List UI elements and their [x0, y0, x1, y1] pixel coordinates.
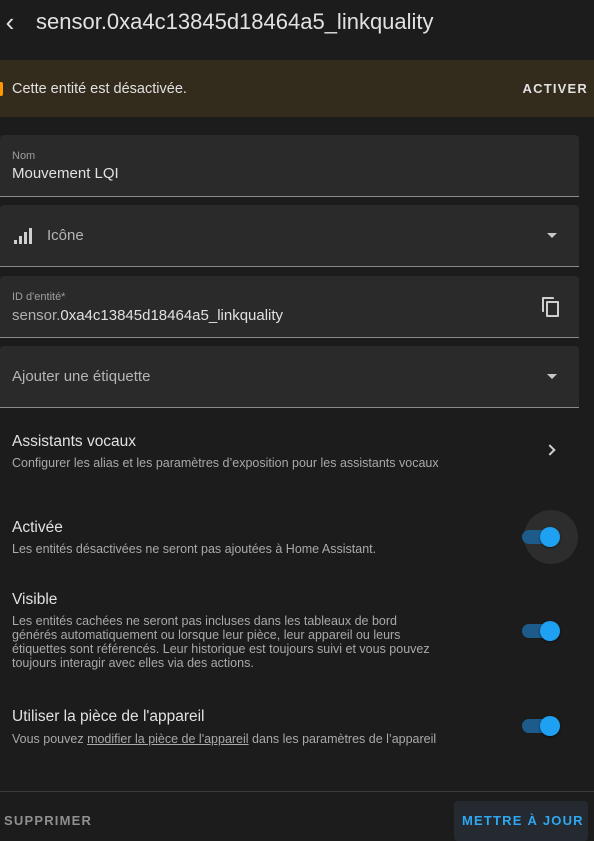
disabled-entity-alert: Cette entité est désactivée. ACTIVER — [0, 60, 594, 117]
signal-cellular-icon — [14, 227, 34, 244]
back-icon[interactable]: ‹ — [0, 2, 22, 42]
entity-id-label: ID d'entité* — [12, 291, 66, 303]
enabled-description: Les entités désactivées ne seront pas aj… — [12, 542, 377, 556]
visible-description-line: toujours interagir avec elles via des ac… — [12, 656, 254, 670]
icon-picker-placeholder: Icône — [47, 227, 84, 244]
visible-toggle[interactable] — [522, 621, 564, 641]
warning-icon — [0, 82, 3, 96]
update-button[interactable]: METTRE À JOUR — [462, 813, 584, 828]
delete-button[interactable]: SUPPRIMER — [4, 813, 92, 828]
label-picker[interactable]: Ajouter une étiquette — [0, 346, 579, 408]
chevron-right-icon[interactable] — [544, 444, 556, 456]
entity-id-suffix: 0xa4c13845d18464a5_linkquality — [60, 307, 284, 324]
modify-device-area-link[interactable]: modifier la pièce de l'appareil — [87, 732, 249, 746]
dialog-title: sensor.0xa4c13845d18464a5_linkquality — [36, 9, 434, 34]
voice-assistants-description: Configurer les alias et les paramètres d… — [12, 456, 439, 470]
voice-assistants-row[interactable]: Assistants vocaux Configurer les alias e… — [0, 420, 594, 482]
footer-divider — [0, 791, 594, 792]
copy-icon[interactable] — [541, 296, 561, 318]
use-device-area-title: Utiliser la pièce de l'appareil — [12, 708, 205, 725]
description-text: dans les paramètres de l’appareil — [248, 732, 437, 746]
entity-id-prefix: sensor. — [12, 307, 61, 324]
enable-button[interactable]: ACTIVER — [523, 81, 588, 96]
visible-description-line: Les entités cachées ne seront pas inclus… — [12, 614, 397, 628]
chevron-down-icon[interactable] — [547, 233, 557, 238]
use-device-area-toggle[interactable] — [522, 716, 564, 736]
description-text: Vous pouvez — [12, 732, 88, 746]
chevron-down-icon[interactable] — [547, 374, 557, 379]
entity-id-field[interactable]: ID d'entité* sensor.0xa4c13845d18464a5_l… — [0, 276, 579, 338]
enabled-title: Activée — [12, 519, 63, 536]
use-device-area-row: Utiliser la pièce de l'appareil Vous pou… — [0, 698, 594, 758]
visible-description-line: générés automatiquement ou lorsque leur … — [12, 628, 401, 642]
visible-title: Visible — [12, 591, 58, 608]
name-field[interactable]: Nom Mouvement LQI — [0, 135, 579, 197]
visible-setting-row: Visible Les entités cachées ne seront pa… — [0, 580, 594, 680]
use-device-area-description: Vous pouvez modifier la pièce de l'appar… — [12, 732, 437, 747]
entity-id-value: sensor.0xa4c13845d18464a5_linkquality — [12, 307, 283, 324]
visible-description-line: étiquettes sont référencés. Leur histori… — [12, 642, 430, 656]
label-picker-placeholder: Ajouter une étiquette — [12, 368, 151, 385]
dialog-header: ‹ sensor.0xa4c13845d18464a5_linkquality — [0, 0, 594, 44]
name-field-value: Mouvement LQI — [12, 165, 119, 182]
alert-text: Cette entité est désactivée. — [12, 80, 187, 97]
enabled-setting-row: Activée Les entités désactivées ne seron… — [0, 505, 594, 565]
enabled-toggle[interactable] — [522, 510, 578, 564]
name-field-label: Nom — [12, 150, 36, 162]
icon-picker[interactable]: Icône — [0, 205, 579, 267]
voice-assistants-title: Assistants vocaux — [12, 433, 137, 450]
